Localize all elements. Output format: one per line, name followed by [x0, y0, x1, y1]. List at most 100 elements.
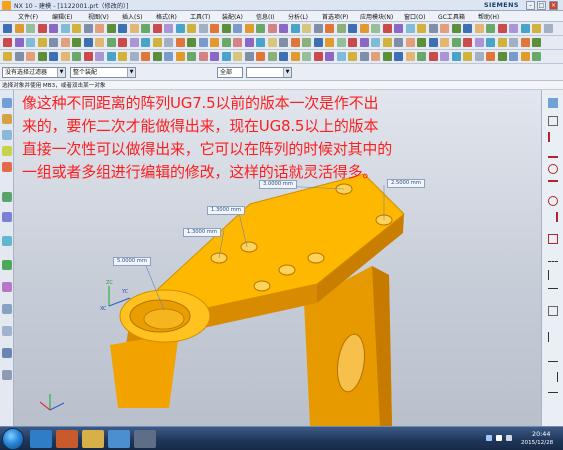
view-tab-icon[interactable]: [548, 98, 558, 108]
toolbar-tool-icon[interactable]: [175, 24, 185, 33]
toolbar-tool-icon[interactable]: [290, 38, 300, 47]
toolbar-tool-icon[interactable]: [394, 52, 403, 61]
toolbar-tool-icon[interactable]: [14, 38, 24, 47]
toolbar-tool-icon[interactable]: [3, 38, 12, 47]
toolbar-tool-icon[interactable]: [313, 52, 323, 61]
toolbar-tool-icon[interactable]: [428, 38, 438, 47]
palette-icon[interactable]: [2, 304, 12, 314]
menu-insert[interactable]: 插入(S): [122, 12, 143, 21]
process-studio-icon[interactable]: [2, 236, 12, 246]
toolbar-tool-icon[interactable]: [451, 24, 461, 33]
toolbar-tool-icon[interactable]: [509, 24, 518, 33]
toolbar-tool-icon[interactable]: [83, 52, 93, 61]
reuse-library-icon[interactable]: [2, 146, 12, 156]
toolbar-tool-icon[interactable]: [325, 24, 334, 33]
aux-dropdown[interactable]: ▼: [246, 67, 292, 78]
menu-application[interactable]: 应用模块(N): [360, 12, 393, 21]
toolbar-tool-icon[interactable]: [474, 38, 484, 47]
toolbar-tool-icon[interactable]: [451, 38, 461, 47]
toolbar-tool-icon[interactable]: [359, 38, 369, 47]
extend-icon[interactable]: [548, 288, 558, 298]
toolbar-tool-icon[interactable]: [497, 24, 507, 33]
maximize-button[interactable]: □: [537, 1, 546, 10]
toolbar-tool-icon[interactable]: [486, 52, 495, 61]
toolbar-tool-icon[interactable]: [532, 38, 541, 47]
polygon-icon[interactable]: [548, 212, 558, 222]
toolbar-tool-icon[interactable]: [60, 24, 70, 33]
toolbar-tool-icon[interactable]: [106, 52, 116, 61]
toolbar-tool-icon[interactable]: [463, 24, 472, 33]
toolbar-tool-icon[interactable]: [118, 24, 127, 33]
toolbar-tool-icon[interactable]: [72, 24, 81, 33]
tray-icon[interactable]: [496, 435, 502, 441]
toolbar-tool-icon[interactable]: [106, 38, 116, 47]
toolbar-tool-icon[interactable]: [49, 52, 58, 61]
toolbar-tool-icon[interactable]: [106, 24, 116, 33]
toolbar-tool-icon[interactable]: [394, 24, 403, 33]
menu-help[interactable]: 帮助(H): [478, 12, 499, 21]
dimension-label[interactable]: 5.0000 mm: [113, 257, 151, 266]
toolbar-tool-icon[interactable]: [440, 38, 449, 47]
selection-scope-dropdown[interactable]: 整个装配 ▼: [70, 67, 136, 78]
toolbar-tool-icon[interactable]: [405, 52, 415, 61]
toolbar-tool-icon[interactable]: [83, 24, 93, 33]
folder-icon[interactable]: [82, 430, 104, 448]
toolbar-tool-icon[interactable]: [141, 52, 150, 61]
hd3d-tools-icon[interactable]: [2, 162, 12, 172]
menu-view[interactable]: 视图(V): [88, 12, 109, 21]
studio-spline-icon[interactable]: [548, 234, 558, 244]
toolbar-tool-icon[interactable]: [382, 52, 392, 61]
toolbar-tool-icon[interactable]: [49, 38, 58, 47]
toolbar-tool-icon[interactable]: [221, 52, 231, 61]
toolbar-tool-icon[interactable]: [26, 52, 35, 61]
toolbar-tool-icon[interactable]: [60, 52, 70, 61]
menu-window[interactable]: 窗口(O): [404, 12, 425, 21]
toolbar-tool-icon[interactable]: [336, 38, 346, 47]
toolbar-tool-icon[interactable]: [198, 52, 208, 61]
menu-format[interactable]: 格式(R): [156, 12, 177, 21]
toolbar-tool-icon[interactable]: [256, 24, 265, 33]
toolbar-tool-icon[interactable]: [336, 24, 346, 33]
toolbar-tool-icon[interactable]: [210, 24, 219, 33]
toolbar-tool-icon[interactable]: [26, 24, 35, 33]
toolbar-tool-icon[interactable]: [382, 38, 392, 47]
minimize-button[interactable]: –: [526, 1, 535, 10]
toolbar-tool-icon[interactable]: [290, 24, 300, 33]
toolbar-tool-icon[interactable]: [348, 24, 357, 33]
offset-icon[interactable]: [548, 306, 558, 316]
toolbar-tool-icon[interactable]: [129, 24, 139, 33]
toolbar-tool-icon[interactable]: [497, 38, 507, 47]
menu-info[interactable]: 信息(I): [256, 12, 274, 21]
roles-icon[interactable]: [2, 260, 12, 270]
toolbar-tool-icon[interactable]: [164, 52, 173, 61]
dimension-label[interactable]: 2.5000 mm: [387, 179, 425, 188]
toolbar-tool-icon[interactable]: [118, 52, 127, 61]
menu-analysis[interactable]: 分析(L): [288, 12, 308, 21]
toolbar-tool-icon[interactable]: [290, 52, 300, 61]
toolbar-tool-icon[interactable]: [37, 38, 47, 47]
toolbar-tool-icon[interactable]: [72, 52, 81, 61]
toolbar-tool-icon[interactable]: [371, 52, 380, 61]
toolbar-tool-icon[interactable]: [187, 38, 196, 47]
toolbar-tool-icon[interactable]: [152, 38, 162, 47]
menu-gc-toolkit[interactable]: GC工具箱: [438, 12, 465, 21]
arc-icon[interactable]: [548, 148, 558, 158]
toolbar-tool-icon[interactable]: [371, 38, 380, 47]
toolbar-tool-icon[interactable]: [302, 38, 311, 47]
toolbar-tool-icon[interactable]: [359, 52, 369, 61]
toolbar-tool-icon[interactable]: [3, 24, 12, 33]
toolbar-tool-icon[interactable]: [417, 24, 426, 33]
toolbar-tool-icon[interactable]: [302, 24, 311, 33]
menu-preferences[interactable]: 首选项(P): [322, 12, 348, 21]
toolbar-tool-icon[interactable]: [428, 52, 438, 61]
toolbar-tool-icon[interactable]: [486, 38, 495, 47]
history-icon[interactable]: [2, 212, 12, 222]
toolbar-tool-icon[interactable]: [14, 52, 24, 61]
nx-task-icon[interactable]: [134, 430, 156, 448]
toolbar-tool-icon[interactable]: [95, 38, 104, 47]
toolbar-tool-icon[interactable]: [72, 38, 81, 47]
toolbar-tool-icon[interactable]: [256, 38, 265, 47]
dimension-icon[interactable]: [548, 352, 558, 362]
toolbar-tool-icon[interactable]: [233, 24, 242, 33]
dimension-label[interactable]: 1.3000 mm: [207, 206, 245, 215]
